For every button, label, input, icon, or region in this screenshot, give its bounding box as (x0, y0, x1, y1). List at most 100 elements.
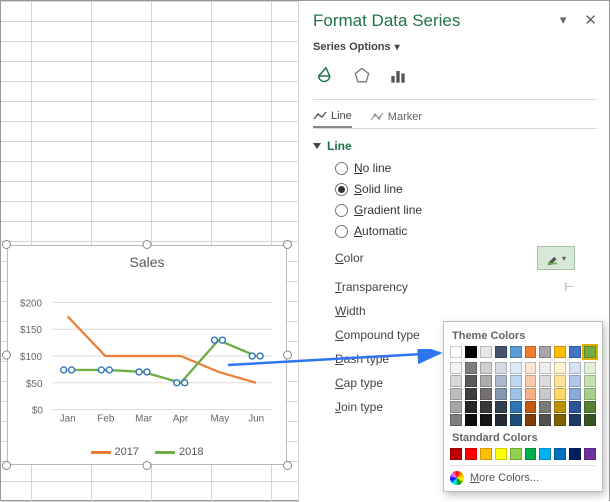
color-swatch[interactable] (465, 414, 477, 426)
line-section-header[interactable]: Line (313, 139, 597, 153)
color-swatch[interactable] (584, 414, 596, 426)
color-swatch[interactable] (525, 346, 537, 358)
color-swatch[interactable] (554, 346, 566, 358)
color-swatch[interactable] (539, 401, 551, 413)
color-swatch[interactable] (465, 388, 477, 400)
color-swatch[interactable] (480, 346, 492, 358)
color-swatch[interactable] (450, 346, 462, 358)
more-colors-button[interactable]: More Colors... (450, 471, 596, 485)
color-swatch[interactable] (554, 388, 566, 400)
marker-tab[interactable]: Marker (370, 110, 422, 128)
color-swatch[interactable] (465, 362, 477, 374)
radio-solid-line[interactable]: Solid line (335, 182, 597, 196)
color-swatch[interactable] (584, 346, 596, 358)
color-swatch[interactable] (450, 388, 462, 400)
color-swatch[interactable] (510, 346, 522, 358)
color-swatch[interactable] (480, 414, 492, 426)
radio-gradient-line[interactable]: Gradient line (335, 203, 597, 217)
color-swatch[interactable] (525, 401, 537, 413)
resize-handle[interactable] (2, 240, 11, 249)
color-swatch[interactable] (480, 375, 492, 387)
radio-automatic[interactable]: Automatic (335, 224, 597, 238)
color-swatch[interactable] (510, 414, 522, 426)
color-swatch[interactable] (569, 362, 581, 374)
color-swatch[interactable] (569, 448, 581, 460)
color-swatch[interactable] (539, 388, 551, 400)
color-swatch[interactable] (554, 375, 566, 387)
color-swatch[interactable] (569, 388, 581, 400)
color-swatch[interactable] (495, 346, 507, 358)
color-swatch[interactable] (554, 414, 566, 426)
color-swatch[interactable] (584, 362, 596, 374)
resize-handle[interactable] (143, 461, 152, 470)
svg-text:Apr: Apr (173, 414, 189, 425)
color-swatch[interactable] (465, 448, 477, 460)
color-swatch[interactable] (584, 401, 596, 413)
color-swatch[interactable] (465, 401, 477, 413)
color-swatch[interactable] (450, 362, 462, 374)
chart-title[interactable]: Sales (18, 254, 276, 270)
color-swatch[interactable] (465, 346, 477, 358)
fill-line-tab-icon[interactable] (313, 63, 339, 89)
color-swatch[interactable] (569, 375, 581, 387)
color-swatch[interactable] (495, 414, 507, 426)
resize-handle[interactable] (283, 240, 292, 249)
color-swatch[interactable] (495, 401, 507, 413)
color-swatch[interactable] (495, 448, 507, 460)
color-swatch[interactable] (495, 362, 507, 374)
color-swatch[interactable] (495, 375, 507, 387)
color-swatch[interactable] (569, 401, 581, 413)
chart-plot-area[interactable]: $200 $150 $100 $50 $0 Jan Feb Mar Apr Ma… (18, 276, 276, 442)
radio-no-line[interactable]: No line (335, 161, 597, 175)
chart-object[interactable]: Sales $200 $150 $100 $50 $0 Jan Feb Mar … (7, 245, 287, 465)
color-swatch[interactable] (539, 362, 551, 374)
color-swatch[interactable] (480, 388, 492, 400)
resize-handle[interactable] (143, 240, 152, 249)
color-swatch[interactable] (525, 375, 537, 387)
color-swatch[interactable] (554, 362, 566, 374)
color-swatch[interactable] (510, 401, 522, 413)
chevron-down-icon: ▾ (395, 42, 400, 53)
resize-handle[interactable] (2, 351, 11, 360)
color-swatch[interactable] (525, 388, 537, 400)
color-swatch[interactable] (525, 362, 537, 374)
color-swatch[interactable] (510, 448, 522, 460)
color-swatch[interactable] (510, 375, 522, 387)
color-swatch[interactable] (495, 388, 507, 400)
color-swatch[interactable] (450, 414, 462, 426)
color-swatch[interactable] (569, 414, 581, 426)
series-options-tab-icon[interactable] (385, 63, 411, 89)
color-swatch[interactable] (584, 388, 596, 400)
color-swatch[interactable] (510, 388, 522, 400)
color-swatch[interactable] (539, 448, 551, 460)
color-swatch[interactable] (539, 346, 551, 358)
color-swatch[interactable] (480, 448, 492, 460)
color-dropdown-button[interactable]: ▾ (537, 246, 575, 270)
color-swatch[interactable] (510, 362, 522, 374)
color-swatch[interactable] (480, 362, 492, 374)
resize-handle[interactable] (283, 461, 292, 470)
color-swatch[interactable] (465, 375, 477, 387)
chart-legend[interactable]: 2017 2018 (18, 442, 276, 458)
resize-handle[interactable] (283, 351, 292, 360)
color-swatch[interactable] (554, 401, 566, 413)
series-options-dropdown[interactable]: Series Options ▾ (313, 41, 597, 53)
color-swatch[interactable] (450, 375, 462, 387)
series-2017[interactable] (68, 316, 257, 382)
color-swatch[interactable] (525, 414, 537, 426)
color-swatch[interactable] (569, 346, 581, 358)
pane-options-icon[interactable]: ▾ (560, 12, 567, 28)
effects-tab-icon[interactable] (349, 63, 375, 89)
color-swatch[interactable] (539, 375, 551, 387)
close-icon[interactable]: ✕ (584, 11, 597, 29)
line-tab[interactable]: Line (313, 110, 352, 128)
color-swatch[interactable] (450, 448, 462, 460)
color-swatch[interactable] (584, 375, 596, 387)
color-swatch[interactable] (480, 401, 492, 413)
resize-handle[interactable] (2, 461, 11, 470)
color-swatch[interactable] (584, 448, 596, 460)
color-swatch[interactable] (450, 401, 462, 413)
color-swatch[interactable] (525, 448, 537, 460)
color-swatch[interactable] (539, 414, 551, 426)
color-swatch[interactable] (554, 448, 566, 460)
